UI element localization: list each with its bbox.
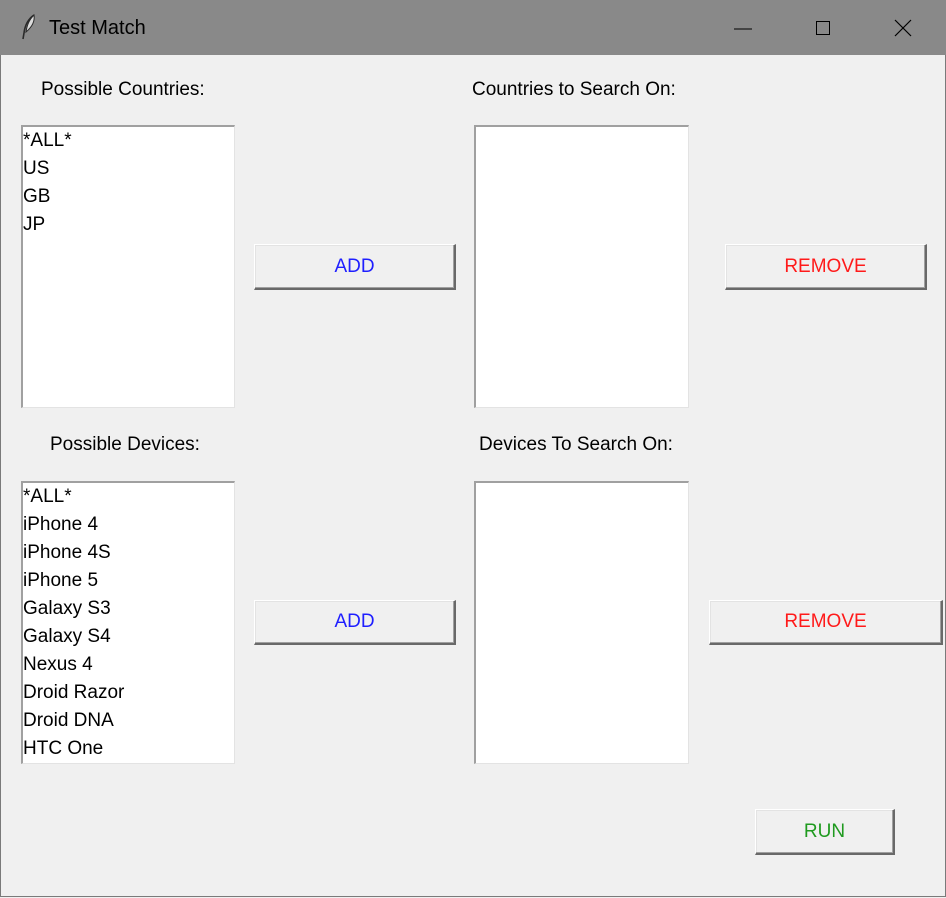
possible-countries-label: Possible Countries: bbox=[41, 79, 205, 100]
list-item[interactable]: *ALL* bbox=[23, 483, 234, 511]
remove-country-button[interactable]: REMOVE bbox=[725, 244, 927, 290]
add-device-button[interactable]: ADD bbox=[254, 600, 456, 645]
list-item[interactable]: HTC One bbox=[23, 735, 234, 763]
list-item[interactable]: US bbox=[23, 155, 234, 183]
list-item[interactable]: Droid DNA bbox=[23, 707, 234, 735]
countries-to-search-label: Countries to Search On: bbox=[472, 79, 676, 100]
list-item[interactable]: iPhone 5 bbox=[23, 567, 234, 595]
list-item[interactable]: Nexus 4 bbox=[23, 651, 234, 679]
window-title: Test Match bbox=[49, 17, 146, 39]
run-button[interactable]: RUN bbox=[755, 809, 895, 855]
possible-countries-list: *ALL* US GB JP bbox=[23, 127, 234, 239]
list-item[interactable]: JP bbox=[23, 211, 234, 239]
add-country-button[interactable]: ADD bbox=[254, 244, 456, 290]
title-bar[interactable]: Test Match bbox=[0, 0, 946, 55]
possible-devices-label: Possible Devices: bbox=[50, 434, 200, 455]
countries-to-search-listbox[interactable] bbox=[474, 125, 689, 408]
close-icon bbox=[894, 19, 912, 37]
list-item[interactable]: Galaxy S4 bbox=[23, 623, 234, 651]
list-item[interactable]: Galaxy S3 bbox=[23, 595, 234, 623]
devices-to-search-listbox[interactable] bbox=[474, 481, 689, 764]
devices-to-search-label: Devices To Search On: bbox=[479, 434, 673, 455]
list-item[interactable]: *ALL* bbox=[23, 127, 234, 155]
list-item[interactable]: iPhone 4 bbox=[23, 511, 234, 539]
remove-device-button[interactable]: REMOVE bbox=[709, 600, 943, 645]
maximize-button[interactable] bbox=[783, 0, 863, 55]
minimize-button[interactable] bbox=[703, 0, 783, 55]
possible-countries-listbox[interactable]: *ALL* US GB JP bbox=[21, 125, 235, 408]
list-item[interactable]: GB bbox=[23, 183, 234, 211]
list-item[interactable]: Droid Razor bbox=[23, 679, 234, 707]
list-item[interactable]: iPhone 4S bbox=[23, 539, 234, 567]
minimize-icon bbox=[734, 28, 752, 30]
feather-icon bbox=[22, 13, 35, 40]
maximize-icon bbox=[816, 21, 830, 35]
possible-devices-list: *ALL* iPhone 4 iPhone 4S iPhone 5 Galaxy S3 G… bbox=[23, 483, 234, 763]
close-button[interactable] bbox=[863, 0, 943, 55]
possible-devices-listbox[interactable]: *ALL* iPhone 4 iPhone 4S iPhone 5 Galaxy S3 G… bbox=[21, 481, 235, 764]
